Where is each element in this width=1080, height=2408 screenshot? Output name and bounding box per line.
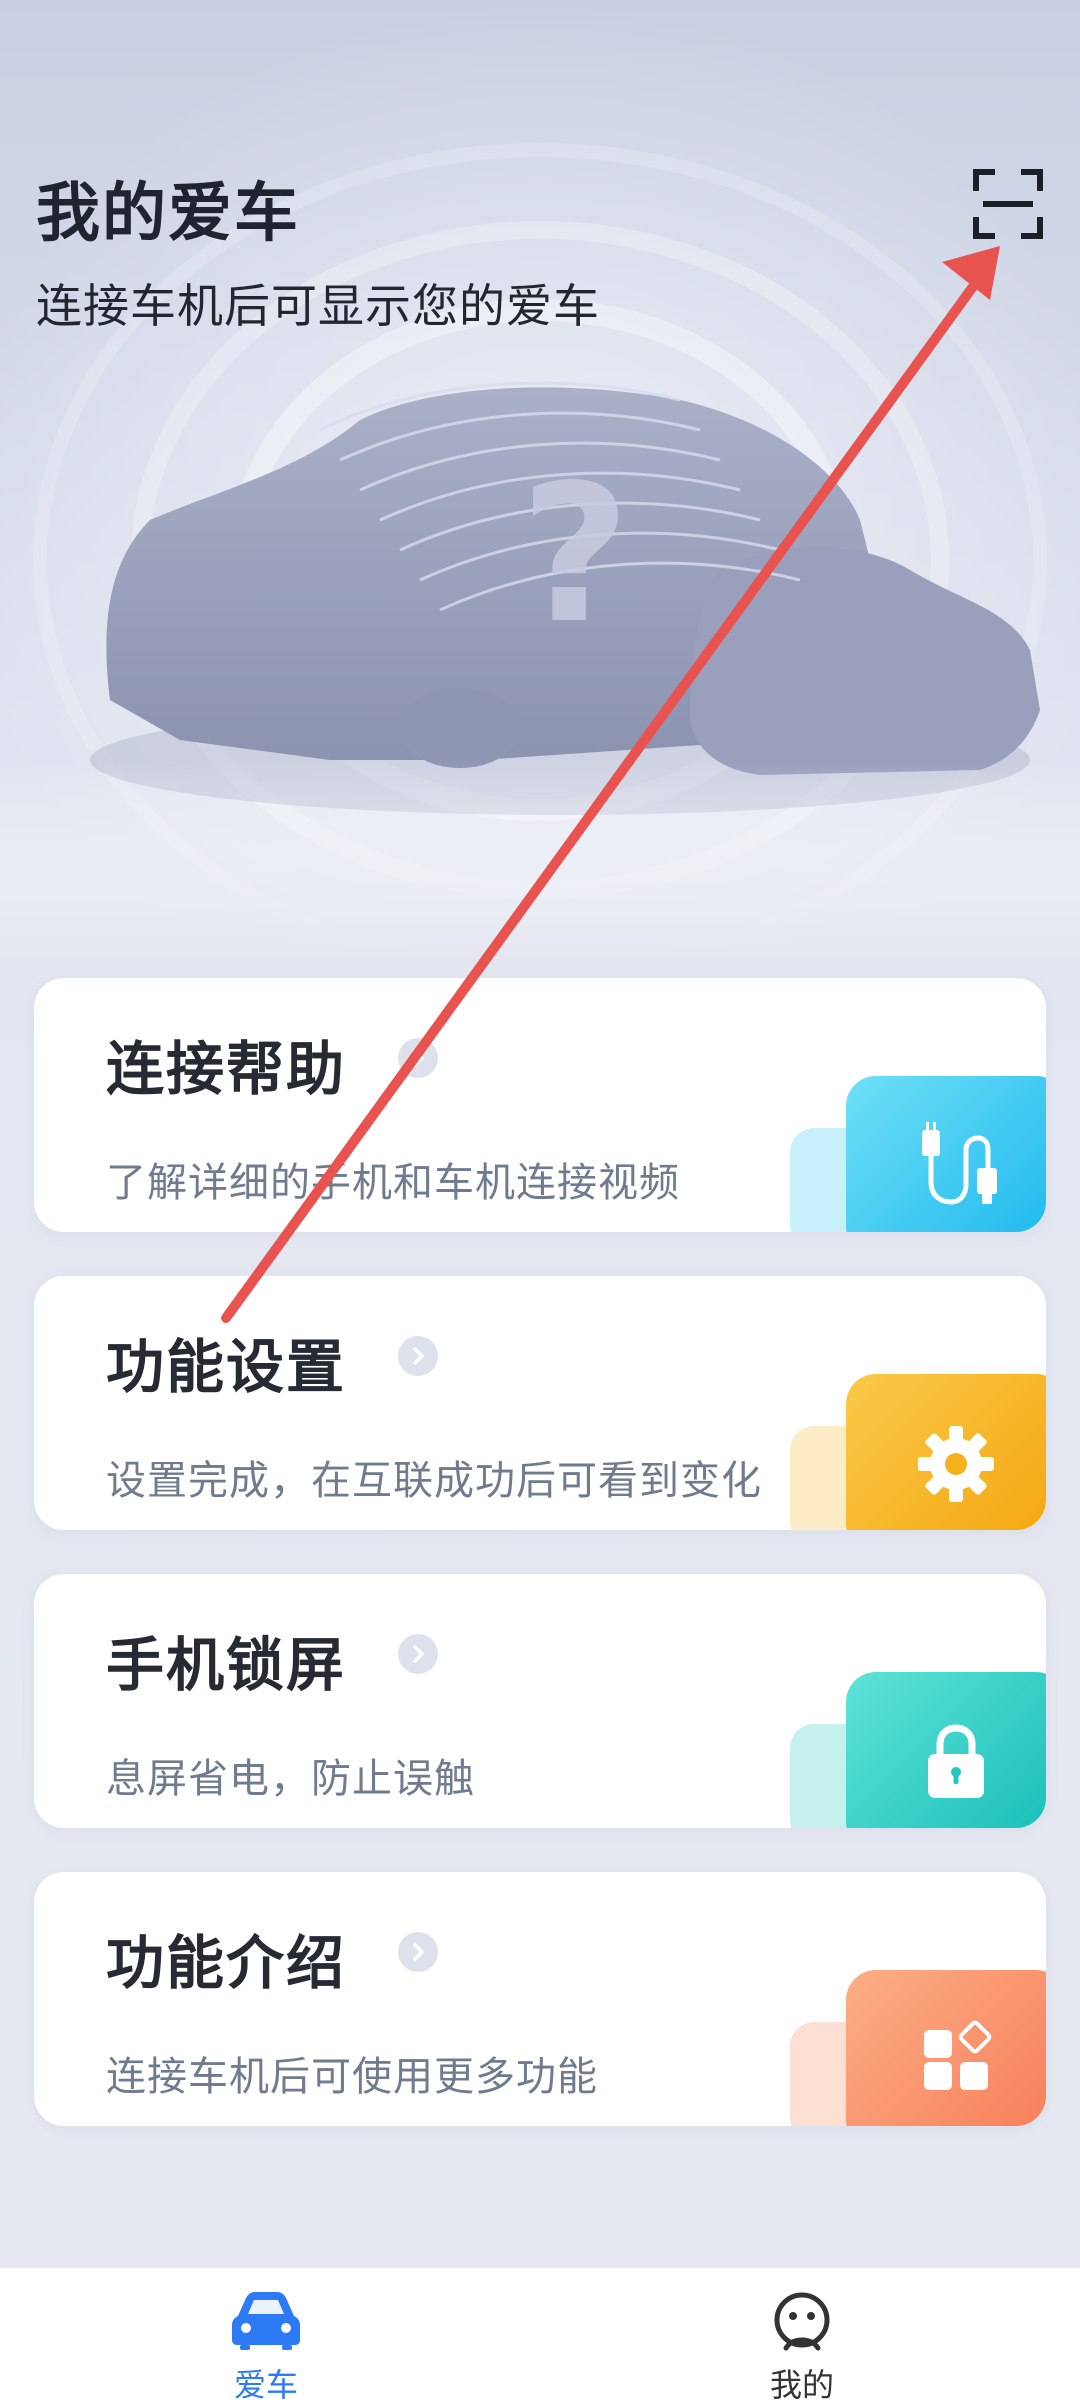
- bottom-tab-bar: 爱车 我的: [0, 2268, 1080, 2408]
- page-title: 我的爱车: [36, 177, 300, 251]
- gear-icon: [918, 1426, 994, 1502]
- usb-cable-icon-tile: [846, 1076, 1046, 1232]
- chevron-right-icon: [398, 1634, 438, 1674]
- chevron-right-icon: [398, 1336, 438, 1376]
- card-function-intro[interactable]: 功能介绍 连接车机后可使用更多功能: [34, 1872, 1046, 2126]
- tab-my-car[interactable]: 爱车: [166, 2268, 366, 2408]
- card-title: 手机锁屏: [106, 1631, 347, 1699]
- apps-grid-icon: [924, 2020, 992, 2090]
- gear-icon-tile: [846, 1374, 1046, 1530]
- card-title: 连接帮助: [106, 1035, 347, 1103]
- car-placeholder-illustration: ?: [0, 0, 1080, 960]
- usb-cable-icon: [922, 1122, 997, 1205]
- card-description: 了解详细的手机和车机连接视频: [106, 1160, 680, 1206]
- scan-button[interactable]: [972, 168, 1044, 240]
- profile-face-icon: [774, 2292, 830, 2351]
- card-description: 息屏省电，防止误触: [106, 1756, 475, 1802]
- tab-label: 爱车: [233, 2366, 298, 2404]
- apps-grid-icon-tile: [846, 1970, 1046, 2126]
- page-subtitle: 连接车机后可显示您的爱车: [36, 279, 600, 333]
- card-function-settings[interactable]: 功能设置 设置完成，在互联成功后可看到变化: [34, 1276, 1046, 1530]
- hero-illustration: ?: [0, 0, 1080, 960]
- car-icon: [232, 2292, 300, 2350]
- chevron-right-icon: [398, 1038, 438, 1078]
- tab-label: 我的: [769, 2366, 834, 2404]
- card-phone-lock-screen[interactable]: 手机锁屏 息屏省电，防止误触: [34, 1574, 1046, 1828]
- card-connection-help[interactable]: 连接帮助 了解详细的手机和车机连接视频: [34, 978, 1046, 1232]
- chevron-right-icon: [398, 1932, 438, 1972]
- lock-icon: [928, 1724, 984, 1798]
- scan-icon: [973, 169, 1043, 239]
- card-title: 功能介绍: [106, 1929, 347, 1997]
- lock-icon-tile: [846, 1672, 1046, 1828]
- svg-text:?: ?: [520, 444, 630, 665]
- tab-mine[interactable]: 我的: [702, 2268, 902, 2408]
- card-description: 设置完成，在互联成功后可看到变化: [106, 1458, 762, 1504]
- card-title: 功能设置: [106, 1333, 347, 1401]
- card-description: 连接车机后可使用更多功能: [106, 2054, 598, 2100]
